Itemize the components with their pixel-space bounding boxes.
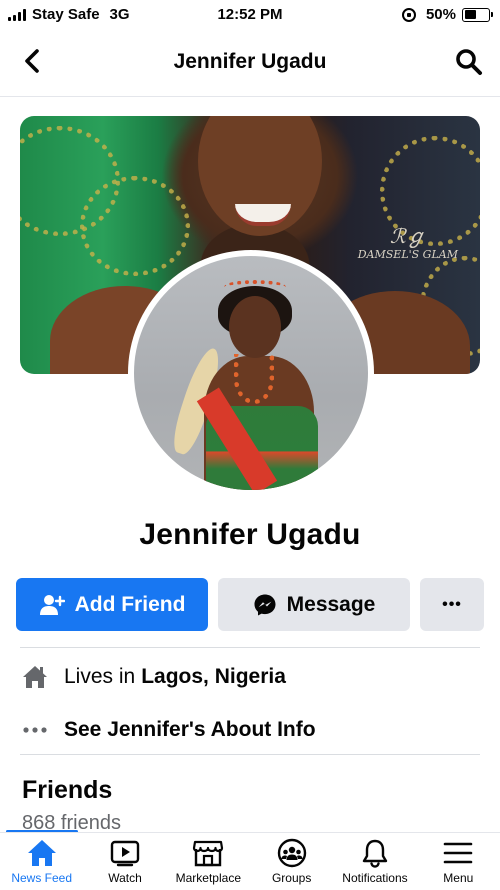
tab-notifications[interactable]: Notifications	[333, 833, 416, 890]
tab-label: News Feed	[11, 871, 73, 885]
bottom-tab-bar: News Feed Watch Marketplace Groups Notif…	[0, 832, 500, 890]
avatar-figure	[234, 354, 274, 404]
tab-label: Watch	[108, 871, 142, 885]
messenger-icon	[254, 594, 276, 615]
about-info-row[interactable]: See Jennifer's About Info	[20, 710, 480, 750]
tab-groups[interactable]: Groups	[250, 833, 333, 890]
battery-icon	[462, 7, 493, 22]
lives-in-location[interactable]: Lagos, Nigeria	[141, 665, 286, 689]
watermark-logo-icon: ℛℊ	[389, 224, 426, 248]
avatar-photo	[134, 256, 368, 490]
about-info-label: See Jennifer's About Info	[64, 718, 316, 741]
home-icon	[20, 662, 50, 692]
tab-label: Groups	[271, 871, 312, 885]
rotation-lock-icon	[401, 7, 416, 22]
tab-label: Notifications	[342, 871, 408, 885]
nav-bar: Jennifer Ugadu	[0, 34, 500, 90]
avatar[interactable]	[128, 250, 374, 496]
tab-label: Menu	[443, 871, 474, 885]
avatar-figure	[229, 296, 281, 358]
tab-marketplace[interactable]: Marketplace	[167, 833, 250, 890]
message-button[interactable]: Message	[218, 578, 410, 631]
more-icon: •••	[442, 595, 462, 613]
add-friend-label: Add Friend	[74, 592, 186, 616]
divider	[20, 647, 480, 648]
marketplace-icon	[191, 837, 225, 869]
tab-news-feed[interactable]: News Feed	[0, 833, 83, 890]
bell-icon	[358, 837, 392, 869]
more-options-button[interactable]: •••	[420, 578, 484, 631]
add-friend-button[interactable]: Add Friend	[16, 578, 208, 631]
tab-watch[interactable]: Watch	[83, 833, 166, 890]
groups-icon	[275, 837, 309, 869]
cover-watermark: ℛℊ DAMSEL'S GLAM	[358, 224, 458, 261]
battery-percent: 50%	[425, 6, 456, 23]
add-person-icon	[39, 594, 65, 615]
menu-icon	[441, 837, 475, 869]
tab-label: Marketplace	[175, 871, 241, 885]
watermark-text: DAMSEL'S GLAM	[357, 248, 458, 261]
profile-name: Jennifer Ugadu	[139, 518, 361, 551]
friends-heading: Friends	[22, 776, 113, 804]
status-right: 50%	[401, 6, 493, 23]
status-bar: Stay Safe 3G 12:52 PM 50%	[0, 0, 500, 30]
divider	[20, 754, 480, 755]
message-label: Message	[286, 592, 376, 616]
nav-title: Jennifer Ugadu	[173, 50, 327, 73]
search-icon[interactable]	[454, 47, 484, 77]
lives-in-prefix: Lives in	[64, 665, 136, 688]
tab-menu[interactable]: Menu	[417, 833, 500, 890]
lives-in-row[interactable]: Lives in Lagos, Nigeria	[20, 657, 480, 697]
nav-divider	[0, 96, 500, 97]
avatar-figure	[224, 280, 286, 294]
battery-level	[464, 10, 476, 19]
more-dots-icon	[20, 715, 50, 745]
watch-icon	[108, 837, 142, 869]
cover-pattern	[80, 176, 190, 276]
home-icon	[25, 837, 59, 869]
